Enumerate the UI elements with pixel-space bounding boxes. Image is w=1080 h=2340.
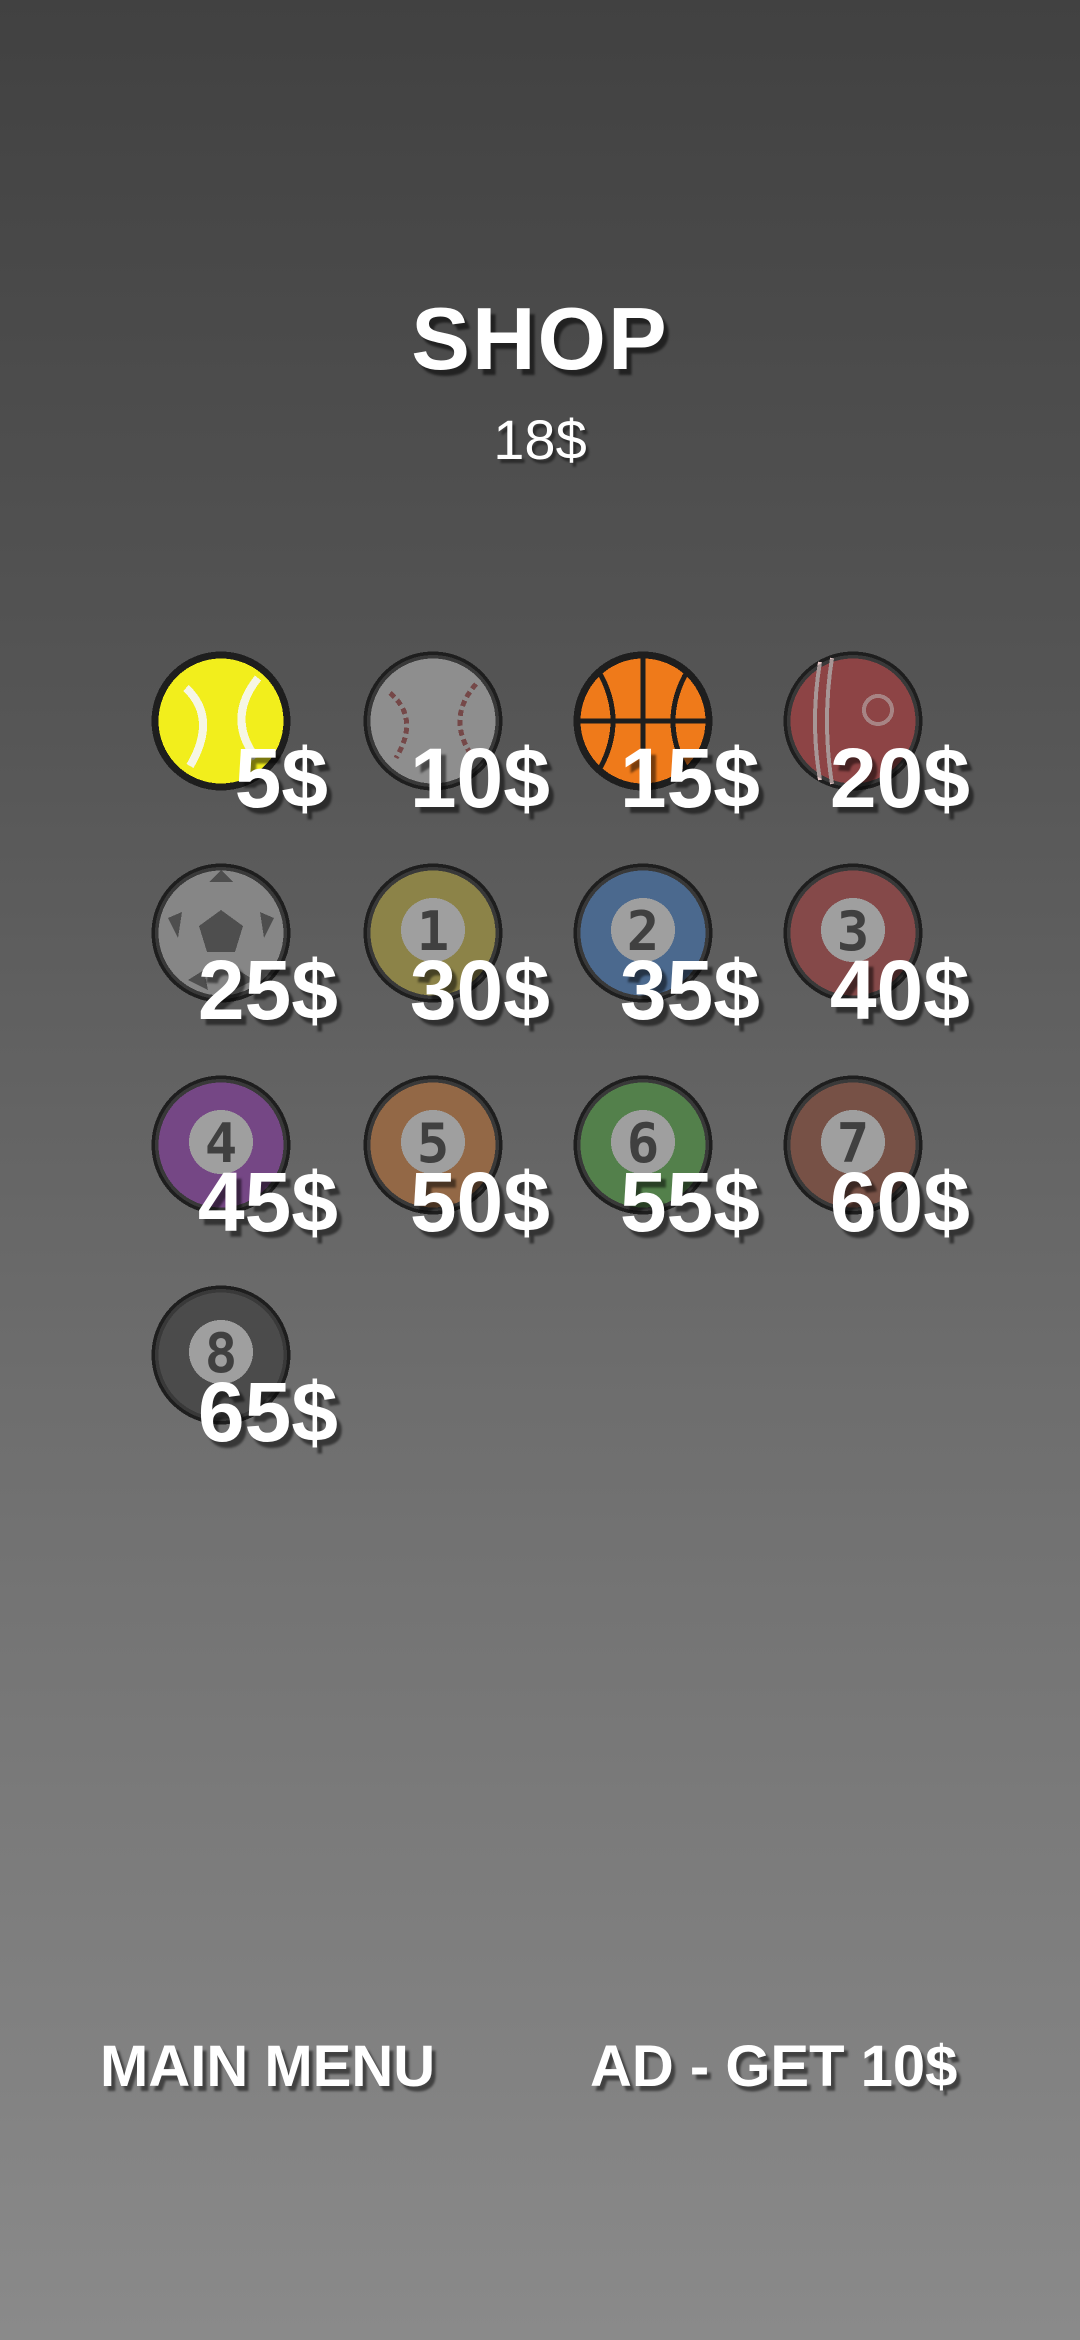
- item-price: 50$: [409, 1155, 550, 1249]
- shop-item-pool-ball-7[interactable]: 760$: [780, 1072, 970, 1272]
- item-price: 10$: [409, 731, 550, 825]
- item-price: 65$: [197, 1365, 338, 1459]
- item-price: 35$: [619, 943, 760, 1037]
- item-price: 20$: [829, 731, 970, 825]
- shop-item-pool-ball-8[interactable]: 865$: [148, 1282, 338, 1482]
- main-menu-button[interactable]: MAIN MENU: [100, 2038, 435, 2096]
- shop-item-baseball[interactable]: 10$: [360, 648, 550, 848]
- item-price: 55$: [619, 1155, 760, 1249]
- shop-item-tennis-ball[interactable]: 5$: [148, 648, 328, 848]
- shop-item-pool-ball-5[interactable]: 550$: [360, 1072, 550, 1272]
- shop-item-pool-ball-4[interactable]: 445$: [148, 1072, 338, 1272]
- item-price: 5$: [234, 731, 328, 825]
- item-price: 15$: [619, 731, 760, 825]
- shop-item-soccer-ball[interactable]: 25$: [148, 860, 338, 1060]
- watch-ad-button[interactable]: AD - GET 10$: [590, 2038, 957, 2096]
- item-price: 60$: [829, 1155, 970, 1249]
- shop-item-cricket-ball[interactable]: 20$: [780, 648, 970, 848]
- shop-item-pool-ball-2[interactable]: 235$: [570, 860, 760, 1060]
- shop-item-pool-ball-6[interactable]: 655$: [570, 1072, 760, 1272]
- shop-item-pool-ball-3[interactable]: 340$: [780, 860, 970, 1060]
- shop-item-basketball[interactable]: 15$: [570, 648, 760, 848]
- item-price: 40$: [829, 943, 970, 1037]
- item-price: 30$: [409, 943, 550, 1037]
- shop-title: SHOP: [411, 289, 669, 388]
- item-price: 25$: [197, 943, 338, 1037]
- item-price: 45$: [197, 1155, 338, 1249]
- balance-display: 18$: [493, 408, 587, 471]
- shop-item-pool-ball-1[interactable]: 130$: [360, 860, 550, 1060]
